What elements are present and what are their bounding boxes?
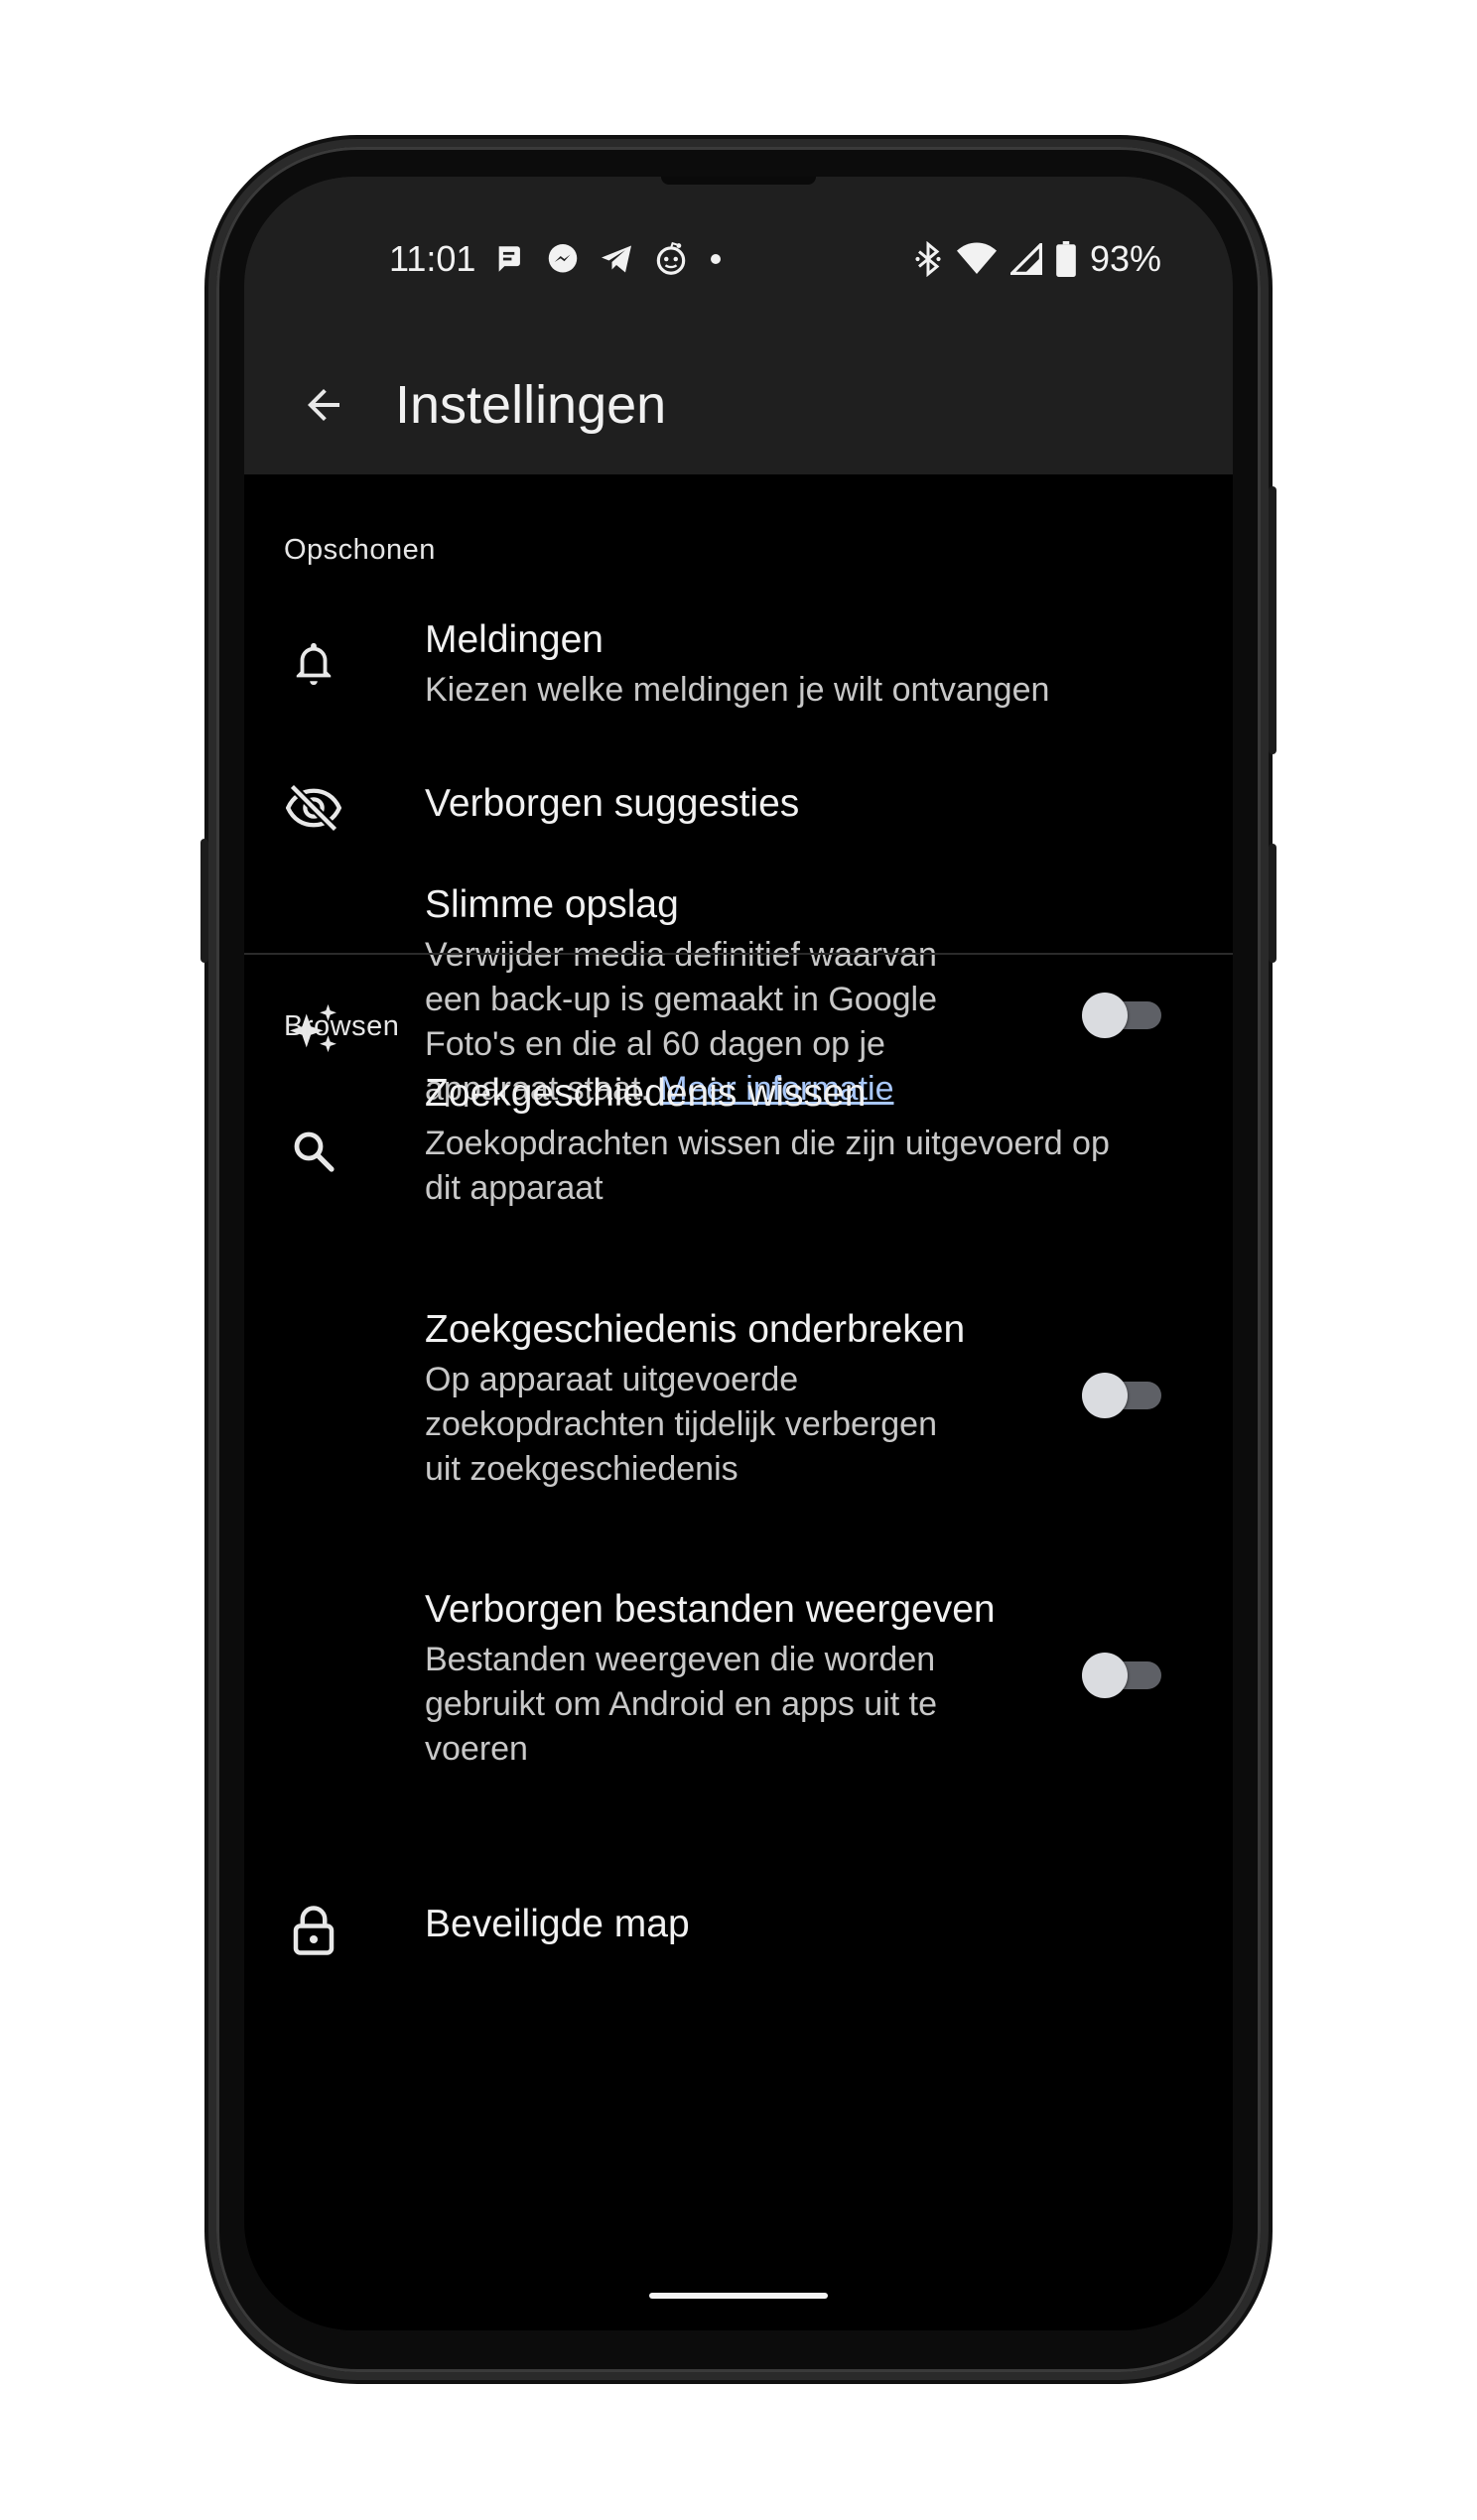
show-hidden-texts: Verborgen bestanden weergeven Bestanden … (425, 1586, 996, 1772)
setting-safe-folder[interactable]: Beveiligde map (244, 1889, 1233, 1988)
eye-off-icon (284, 778, 343, 838)
setting-hidden-suggestions[interactable]: Verborgen suggesties (244, 752, 1233, 862)
show-hidden-summary-line1: Bestanden weergeven die worden (425, 1641, 936, 1678)
smart-storage-summary-line3: Foto's en die al 60 dagen op je (425, 1025, 885, 1063)
page-title: Instellingen (395, 375, 667, 435)
safe-folder-title: Beveiligde map (425, 1903, 690, 1945)
smart-storage-title: Slimme opslag (425, 883, 679, 926)
status-bar-right: 93% (913, 234, 1161, 284)
hidden-suggestions-title: Verborgen suggesties (425, 782, 800, 825)
left-side-button (201, 839, 208, 963)
section-divider (244, 953, 1233, 955)
pause-history-texts: Zoekgeschiedenis onderbreken Op apparaat… (425, 1306, 965, 1492)
setting-pause-history[interactable]: Zoekgeschiedenis onderbreken Op apparaat… (244, 1306, 1233, 1505)
power-button (1269, 486, 1276, 754)
message-icon (493, 242, 527, 276)
pause-history-summary-line2: zoekopdrachten tijdelijk verbergen (425, 1405, 937, 1443)
show-hidden-summary-line2: gebruikt om Android en apps uit te (425, 1685, 937, 1723)
setting-show-hidden-files[interactable]: Verborgen bestanden weergeven Bestanden … (244, 1586, 1233, 1785)
pause-history-toggle[interactable] (1082, 1373, 1163, 1418)
clear-history-summary-line1: Zoekopdrachten wissen die zijn uitgevoer… (425, 1125, 1110, 1162)
messenger-icon (545, 241, 581, 277)
more-dot-icon (708, 251, 724, 267)
smart-storage-summary-line2: een back-up is gemaakt in Google (425, 981, 937, 1018)
setting-notifications[interactable]: Meldingen Kiezen welke meldingen je wilt… (244, 589, 1233, 737)
arrow-back-icon (308, 389, 339, 421)
show-hidden-title: Verborgen bestanden weergeven (425, 1588, 996, 1631)
setting-clear-history[interactable]: Zoekgeschiedenis wissen Zoekopdrachten w… (244, 1070, 1233, 1244)
clear-history-title: Zoekgeschiedenis wissen (425, 1072, 867, 1115)
pause-history-toggle-thumb (1082, 1373, 1128, 1418)
status-time: 11:01 (389, 238, 476, 279)
clear-history-texts: Zoekgeschiedenis wissen Zoekopdrachten w… (425, 1070, 1110, 1211)
wifi-icon (956, 242, 997, 276)
pause-history-title: Zoekgeschiedenis onderbreken (425, 1308, 966, 1351)
search-icon (284, 1122, 343, 1181)
notifications-title: Meldingen (425, 618, 604, 661)
pause-history-summary: Op apparaat uitgevoerde zoekopdrachten t… (425, 1358, 965, 1492)
bluetooth-icon (913, 241, 943, 277)
volume-button (1269, 844, 1276, 963)
lock-icon (284, 1901, 343, 1960)
show-hidden-toggle-thumb (1082, 1653, 1128, 1698)
gesture-navigation-bar[interactable] (649, 2293, 828, 2299)
pause-history-summary-line1: Op apparaat uitgevoerde (425, 1361, 799, 1398)
clear-history-summary: Zoekopdrachten wissen die zijn uitgevoer… (425, 1122, 1110, 1211)
notifications-texts: Meldingen Kiezen welke meldingen je wilt… (425, 616, 1049, 713)
show-hidden-summary: Bestanden weergeven die worden gebruikt … (425, 1638, 996, 1772)
smart-storage-toggle[interactable] (1082, 993, 1163, 1038)
show-hidden-summary-line3: voeren (425, 1730, 528, 1768)
smart-storage-toggle-thumb (1082, 993, 1128, 1038)
notifications-summary: Kiezen welke meldingen je wilt ontvangen (425, 671, 1050, 709)
reddit-icon (652, 240, 690, 278)
cell-signal-icon (1009, 243, 1042, 275)
section-header-browse: Browsen (284, 1010, 400, 1042)
screen: 11:01 93% Instellingen Opschonen Melding… (244, 177, 1233, 2330)
battery-icon (1056, 241, 1076, 277)
battery-level: 93% (1089, 238, 1161, 279)
section-header-cleanup: Opschonen (284, 534, 436, 566)
telegram-icon (599, 241, 634, 277)
app-bar: 11:01 93% Instellingen (244, 177, 1233, 474)
show-hidden-toggle[interactable] (1082, 1653, 1163, 1698)
smart-storage-summary-line1: Verwijder media definitief waarvan (425, 936, 937, 974)
back-button[interactable] (284, 365, 363, 445)
status-bar-left: 11:01 (389, 234, 724, 284)
pause-history-summary-line3: uit zoekgeschiedenis (425, 1450, 738, 1488)
clear-history-summary-line2: dit apparaat (425, 1169, 604, 1207)
earpiece (661, 177, 816, 185)
hidden-suggestions-texts: Verborgen suggesties (425, 780, 799, 828)
bell-icon (284, 634, 343, 694)
safe-folder-texts: Beveiligde map (425, 1901, 690, 1948)
